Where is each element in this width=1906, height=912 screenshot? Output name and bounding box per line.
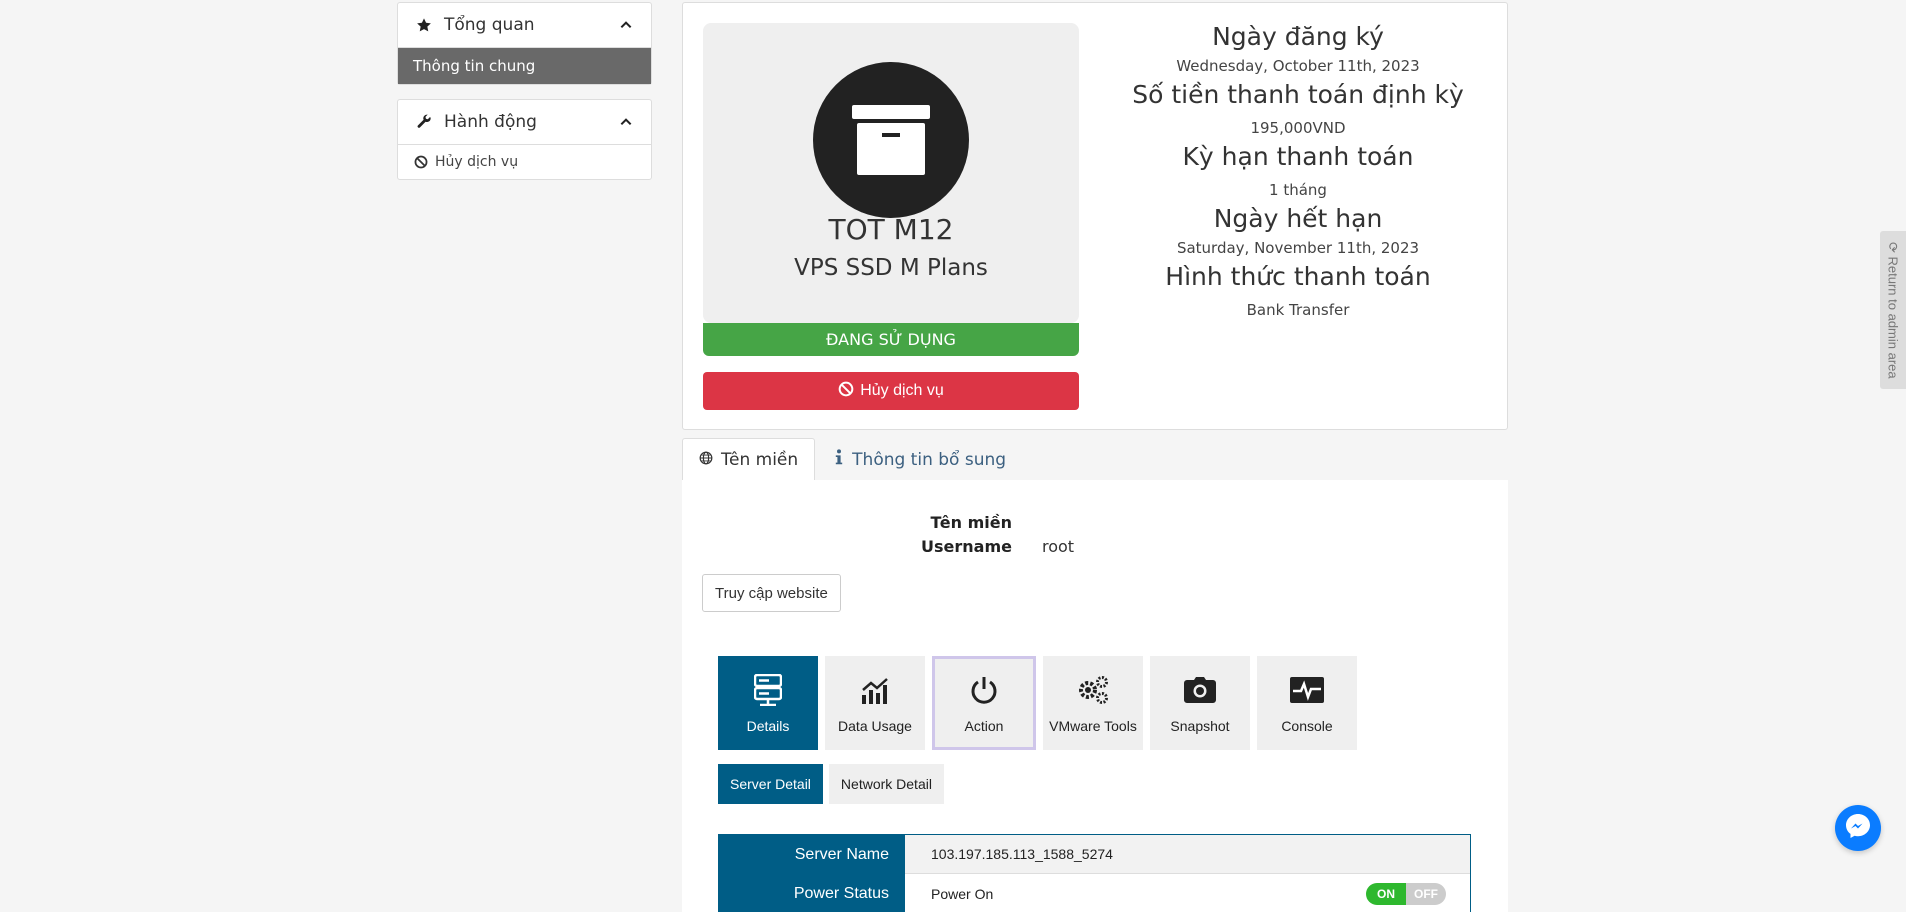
status-badge: ĐANG SỬ DỤNG [703,323,1079,356]
server-name-label: Server Name [719,835,905,874]
camera-icon [1184,672,1216,708]
recurring-amount-value: 195,000VND [1250,119,1346,137]
username-value: root [1042,537,1075,556]
power-toggle[interactable]: ON OFF [1366,882,1446,905]
service-summary-card: TOT M12 VPS SSD M Plans ĐANG SỬ DỤNG Hủy… [682,2,1508,430]
ban-icon [838,381,854,402]
archive-icon [813,62,969,218]
billing-info: Ngày đăng ký Wednesday, October 11th, 20… [1103,21,1493,323]
tool-vmware-tools-button[interactable]: VMware Tools [1043,656,1143,750]
product-box: TOT M12 VPS SSD M Plans [703,23,1079,323]
tool-console-button[interactable]: Console [1257,656,1357,750]
table-row: Server Name 103.197.185.113_1588_5274 [719,835,1470,874]
messenger-chat-button[interactable] [1835,805,1881,851]
product-name: TOT M12 [828,213,954,246]
sidebar-overview-title: Tổng quan [444,15,535,35]
cancel-service-button[interactable]: Hủy dịch vụ [703,372,1079,410]
subtab-network-detail[interactable]: Network Detail [828,764,944,804]
chart-icon [860,672,890,708]
billing-cycle-label: Kỳ hạn thanh toán [1182,142,1414,171]
payment-method-label: Hình thức thanh toán [1165,262,1431,291]
gears-icon [1077,672,1109,708]
tab-content-domain: Tên miền Username root Truy cập website … [682,480,1508,912]
sidebar-item-general-info[interactable]: Thông tin chung [398,48,651,84]
table-row: Power Status Power On ON OFF [719,874,1470,912]
recurring-amount-label: Số tiền thanh toán định kỳ [1132,80,1464,109]
sidebar-actions-title: Hành động [444,112,537,132]
subtab-server-detail[interactable]: Server Detail [718,764,823,804]
billing-cycle-value: 1 tháng [1269,181,1327,199]
tool-label: Console [1281,718,1333,734]
heartbeat-icon [1289,672,1325,708]
tool-action-button[interactable]: Action [932,656,1036,750]
tool-details-button[interactable]: Details [718,656,818,750]
registration-date-label: Ngày đăng ký [1212,22,1384,51]
product-plan: VPS SSD M Plans [794,255,988,281]
globe-icon [699,450,713,470]
tool-label: Snapshot [1170,718,1230,734]
chevron-up-icon[interactable] [619,115,633,129]
return-to-admin-tab[interactable]: ⟳ Return to admin area [1880,231,1906,389]
domain-label: Tên miền [930,513,1012,532]
toggle-on-label: ON [1366,882,1406,905]
visit-website-button[interactable]: Truy cập website [702,574,841,612]
sidebar-overview-header[interactable]: Tổng quan [398,3,651,48]
tab-bar: Tên miền Thông tin bổ sung [682,438,1023,481]
power-status-value: Power On [931,885,994,902]
tool-label: Details [746,718,790,734]
chevron-up-icon[interactable] [619,18,633,32]
username-label: Username [921,537,1012,556]
tab-domain[interactable]: Tên miền [682,438,816,481]
power-status-cell: Power On ON OFF [905,874,1470,912]
cancel-service-label: Hủy dịch vụ [860,382,944,399]
sidebar-item-label: Hủy dịch vụ [435,154,519,170]
due-date-value: Saturday, November 11th, 2023 [1176,239,1420,257]
wrench-icon [416,114,434,130]
refresh-icon: ⟳ [1885,241,1901,257]
payment-method-value: Bank Transfer [1246,301,1350,319]
tab-label: Tên miền [721,449,799,470]
sidebar-item-label: Thông tin chung [413,57,536,75]
detail-subtabs: Server Detail Network Detail [718,764,944,804]
server-name-value: 103.197.185.113_1588_5274 [905,835,1470,874]
tool-label: Action [964,718,1004,734]
tab-label: Thông tin bổ sung [852,449,1007,470]
sidebar-actions-panel: Hành động Hủy dịch vụ [397,99,652,180]
server-icon [754,672,782,708]
tool-snapshot-button[interactable]: Snapshot [1150,656,1250,750]
vm-tool-bar: Details Data Usage Action VMware Tools S… [718,656,1364,750]
tool-label: VMware Tools [1049,718,1137,734]
server-detail-table: Server Name 103.197.185.113_1588_5274 Po… [718,834,1471,912]
star-icon [416,17,434,33]
sidebar-overview-panel: Tổng quan Thông tin chung [397,2,652,85]
messenger-icon [1844,812,1872,844]
return-to-admin-label: Return to admin area [1885,256,1901,379]
tool-data-usage-button[interactable]: Data Usage [825,656,925,750]
toggle-off-label: OFF [1406,882,1446,905]
info-icon [834,449,844,470]
registration-date-value: Wednesday, October 11th, 2023 [1176,57,1420,75]
ban-icon [414,155,428,169]
power-icon [970,672,998,708]
sidebar-item-cancel-service[interactable]: Hủy dịch vụ [398,145,651,179]
tool-label: Data Usage [838,718,912,734]
due-date-label: Ngày hết hạn [1213,204,1383,233]
tab-additional-info[interactable]: Thông tin bổ sung [817,438,1023,481]
power-status-label: Power Status [719,874,905,912]
sidebar-actions-header[interactable]: Hành động [398,100,651,145]
